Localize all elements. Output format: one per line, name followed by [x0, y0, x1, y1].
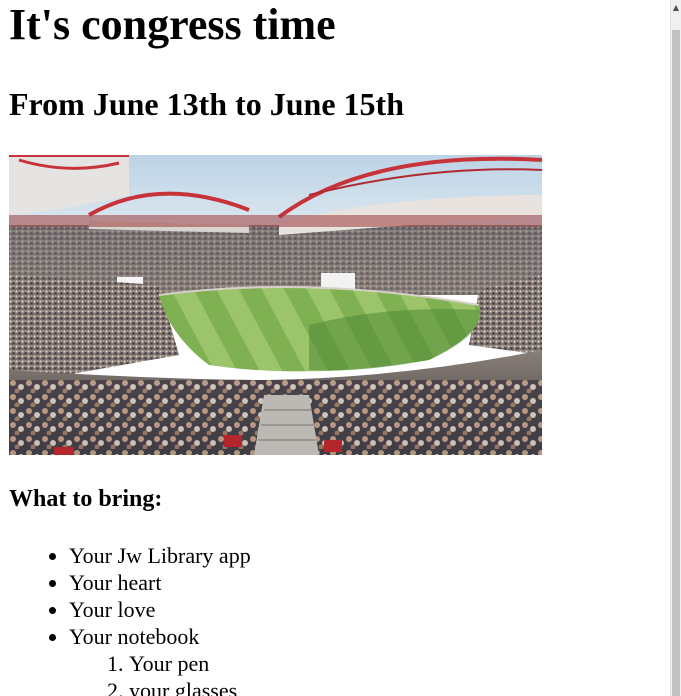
list-item-notebook: Your notebook Your pen your glasses: [69, 623, 251, 696]
vertical-scrollbar[interactable]: ▲: [670, 0, 681, 696]
sublist-item: your glasses: [129, 677, 251, 696]
notebook-sublist: Your pen your glasses: [69, 650, 251, 696]
bring-list: Your Jw Library app Your heart Your love…: [9, 542, 251, 696]
what-to-bring-heading: What to bring:: [9, 486, 163, 512]
page: It's congress time From June 13th to Jun…: [0, 0, 681, 696]
stadium-illustration: [9, 155, 542, 455]
event-dates-heading: From June 13th to June 15th: [9, 86, 404, 122]
scroll-up-arrow-icon[interactable]: ▲: [671, 0, 681, 16]
sublist-item: Your pen: [129, 650, 251, 677]
list-item: Your love: [69, 596, 251, 623]
scrollbar-thumb[interactable]: [672, 30, 680, 696]
page-title: It's congress time: [9, 0, 336, 49]
list-item: Your heart: [69, 569, 251, 596]
stadium-photo: [9, 155, 542, 455]
list-item-label: Your notebook: [69, 624, 200, 649]
list-item: Your Jw Library app: [69, 542, 251, 569]
